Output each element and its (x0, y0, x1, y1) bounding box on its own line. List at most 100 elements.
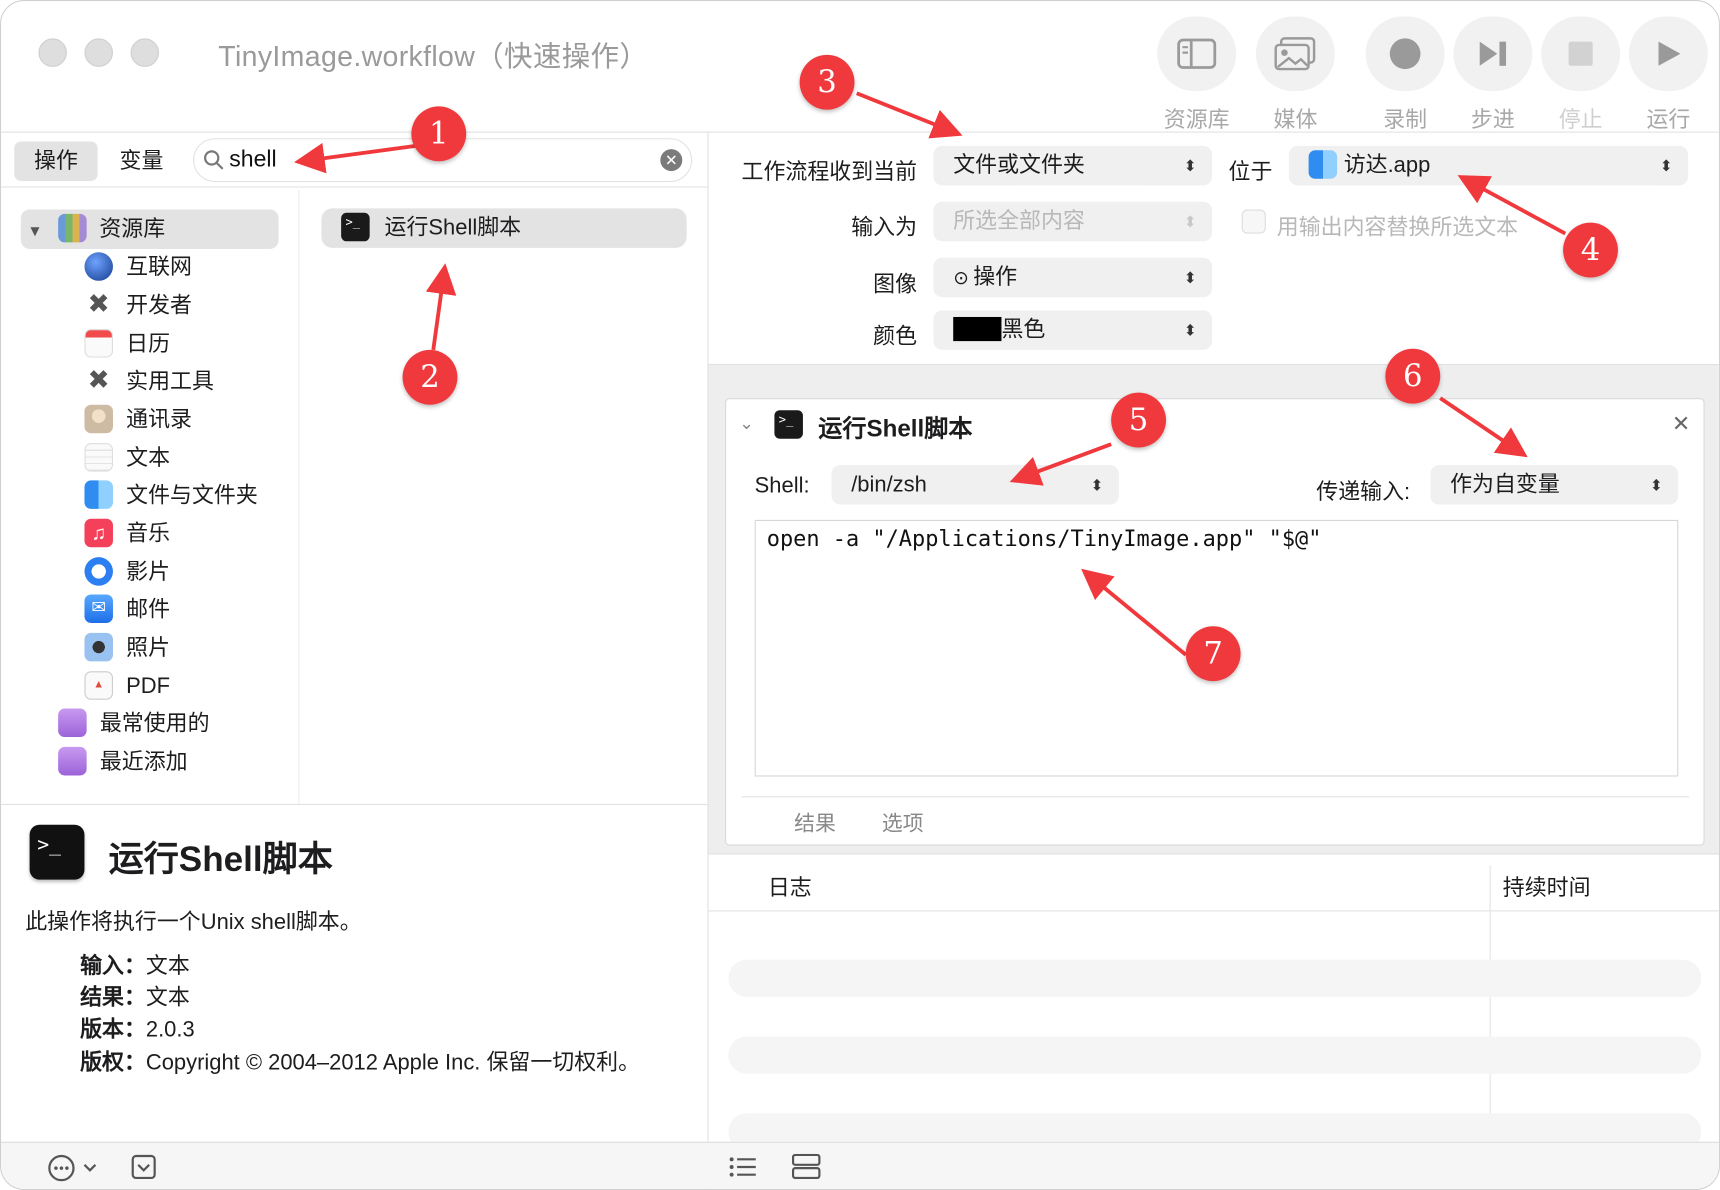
collapse-description-icon[interactable] (131, 1154, 157, 1180)
list-icon[interactable] (728, 1155, 757, 1179)
music-icon: ♫ (84, 518, 113, 547)
folder-icon (58, 746, 87, 776)
folder-icon (58, 708, 87, 737)
description-version: 版本：2.0.3 (80, 1017, 195, 1042)
tab-options[interactable]: 选项 (882, 807, 924, 837)
updown-icon: ⬍ (1183, 268, 1197, 287)
category-item-developer[interactable]: ✖ 开发者 (84, 287, 192, 324)
column-divider (1489, 865, 1491, 1143)
category-item-files-folders[interactable]: 文件与文件夹 (84, 477, 258, 514)
stop-toolbar-button[interactable]: 停止 (1541, 16, 1621, 133)
terminal-icon: >_ (774, 410, 803, 439)
quicktime-icon (84, 556, 113, 586)
zoom-window-button[interactable] (130, 38, 160, 67)
record-toolbar-button[interactable]: 录制 (1365, 16, 1445, 133)
category-item-pdf[interactable]: ▲ PDF (84, 668, 170, 705)
updown-icon: ⬍ (1090, 476, 1104, 494)
tab-actions[interactable]: 操作 (14, 141, 98, 181)
category-item-text[interactable]: 文本 (84, 440, 170, 477)
search-input[interactable]: shell (229, 147, 276, 173)
shell-value: /bin/zsh (851, 472, 927, 497)
title-bar: TinyImage.workflow（快速操作） 资源库 媒体 录制 步进 停止… (1, 1, 1719, 133)
annotation-badge-2: 2 (402, 349, 458, 405)
category-item-movies[interactable]: 影片 (84, 554, 170, 591)
script-text[interactable]: open -a "/Applications/TinyImage.app" "$… (767, 525, 1322, 551)
smart-group-recently-added[interactable]: 最近添加 (58, 744, 188, 781)
updown-icon: ⬍ (1183, 212, 1197, 231)
mail-icon: ✉ (84, 594, 113, 623)
category-item-photos[interactable]: 照片 (84, 630, 170, 667)
step-icon (1479, 41, 1507, 66)
duration-column-header[interactable]: 持续时间 (1503, 870, 1591, 902)
more-options-icon[interactable] (47, 1154, 102, 1183)
smart-group-label: 最近添加 (99, 750, 188, 775)
category-item-calendar[interactable]: 日历 (84, 326, 170, 363)
ellipsis-circle-icon: ⊙ (953, 267, 969, 289)
location-popup[interactable]: 访达.app ⬍ (1288, 145, 1689, 186)
step-toolbar-label: 步进 (1470, 108, 1515, 133)
action-card-title: 运行Shell脚本 (818, 414, 973, 443)
close-window-button[interactable] (38, 38, 67, 67)
finder-icon (1308, 149, 1338, 179)
terminal-icon: >_ (29, 824, 85, 880)
replace-selected-text-checkbox[interactable] (1241, 209, 1266, 234)
category-label: 互联网 (126, 255, 192, 280)
color-popup[interactable]: 黑色 ⬍ (933, 310, 1213, 350)
photos-icon (1274, 37, 1316, 71)
tab-results[interactable]: 结果 (794, 807, 836, 837)
category-item-music[interactable]: ♫ 音乐 (84, 515, 170, 552)
chevron-down-icon[interactable]: ⌄ (739, 412, 754, 434)
description-copyright: 版权：Copyright © 2004–2012 Apple Inc. 保留一切… (80, 1050, 641, 1075)
library-toolbar-button[interactable]: 资源库 (1157, 16, 1237, 133)
run-toolbar-button[interactable]: 运行 (1628, 16, 1708, 133)
log-panel: 日志 持续时间 (708, 853, 1719, 1151)
close-icon[interactable]: ✕ (1672, 410, 1690, 437)
tab-variables[interactable]: 变量 (100, 141, 183, 180)
category-item-internet[interactable]: 互联网 (84, 249, 192, 286)
updown-icon: ⬍ (1183, 321, 1197, 339)
smart-group-label: 最常使用的 (99, 711, 210, 736)
category-label: 实用工具 (126, 369, 214, 394)
automator-window: TinyImage.workflow（快速操作） 资源库 媒体 录制 步进 停止… (0, 0, 1720, 1190)
receives-popup[interactable]: 文件或文件夹 ⬍ (933, 145, 1213, 186)
calendar-icon (84, 328, 113, 358)
chevron-down-icon: ▼ (27, 221, 43, 240)
smart-group-most-used[interactable]: 最常使用的 (58, 705, 210, 742)
input-is-popup[interactable]: 所选全部内容 ⬍ (933, 201, 1213, 242)
media-toolbar-button[interactable]: 媒体 (1255, 16, 1335, 133)
color-value: 黑色 (1001, 318, 1046, 343)
clear-search-icon[interactable]: ✕ (660, 149, 683, 172)
library-root-item[interactable]: ▼ 资源库 (27, 211, 165, 248)
category-tree: ▼ 资源库 互联网 ✖ 开发者 日历 ✖ 实用工具 通讯录 文本 文件与文件夹 ♫ 音… (1, 189, 300, 804)
annotation-badge-1: 1 (411, 106, 467, 162)
annotation-badge-3: 3 (799, 54, 855, 110)
step-toolbar-button[interactable]: 步进 (1453, 16, 1533, 133)
annotation-badge-4: 4 (1563, 222, 1618, 278)
contacts-icon (84, 404, 113, 433)
minimize-window-button[interactable] (84, 38, 113, 67)
action-results: >_ 运行Shell脚本 (299, 190, 708, 804)
log-header: 日志 持续时间 (708, 854, 1719, 1143)
category-label: 邮件 (126, 597, 171, 622)
description-summary: 此操作将执行一个Unix shell脚本。 (25, 910, 362, 935)
category-item-utilities[interactable]: ✖ 实用工具 (84, 363, 214, 400)
stop-toolbar-label: 停止 (1558, 108, 1603, 133)
input-is-value: 所选全部内容 (953, 209, 1085, 234)
window-title: TinyImage.workflow（快速操作） (218, 39, 649, 73)
action-result-run-shell-script[interactable]: >_ 运行Shell脚本 (321, 208, 687, 248)
category-item-contacts[interactable]: 通讯录 (84, 401, 192, 438)
tools-icon: ✖ (87, 364, 110, 395)
pass-input-popup[interactable]: 作为自变量 ⬍ (1430, 465, 1679, 505)
category-item-mail[interactable]: ✉ 邮件 (84, 591, 170, 628)
shell-popup[interactable]: /bin/zsh ⬍ (831, 465, 1119, 505)
receives-label: 工作流程收到当前 (741, 160, 918, 185)
split-view-icon[interactable] (791, 1153, 821, 1180)
library-header: 操作 变量 shell ✕ (1, 133, 709, 188)
replace-selected-text-label: 用输出内容替换所选文本 (1276, 216, 1519, 241)
image-popup[interactable]: ⊙ 操作 ⬍ (933, 257, 1213, 298)
run-toolbar-label: 运行 (1646, 108, 1691, 133)
action-card-run-shell-script[interactable]: ⌄ >_ 运行Shell脚本 ✕ Shell: /bin/zsh ⬍ 传递输入: … (725, 398, 1705, 846)
library-footer (1, 1141, 709, 1189)
category-label: 开发者 (126, 293, 192, 319)
log-column-header[interactable]: 日志 (768, 870, 812, 902)
